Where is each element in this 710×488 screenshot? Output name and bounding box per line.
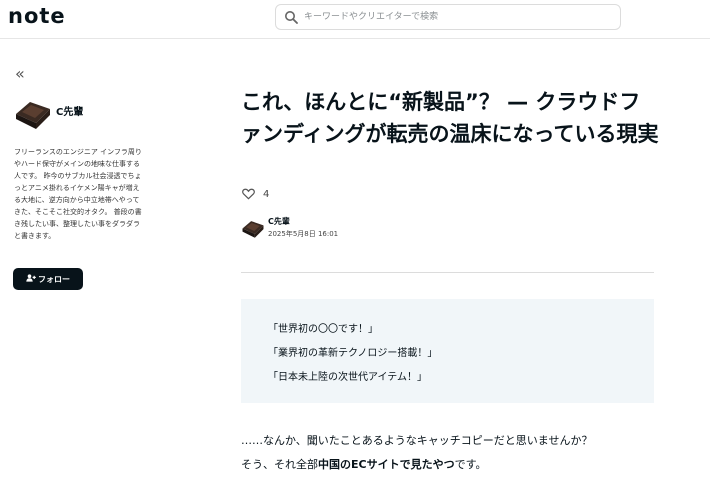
quote-block: 「世界初の〇〇です！」 「業界初の革新テクノロジー搭載！」 「日本未上陸の次世代… <box>241 299 654 403</box>
divider <box>241 272 654 273</box>
byline-avatar[interactable] <box>241 218 265 239</box>
author-avatar[interactable] <box>14 97 52 131</box>
quote-line: 「日本未上陸の次世代アイテム！」 <box>268 372 427 383</box>
note-logo[interactable]: note <box>8 4 66 28</box>
publish-date: 2025年5月8日 16:01 <box>268 230 339 238</box>
sidebar-author-name[interactable]: C先輩 <box>56 103 83 118</box>
article-paragraph: ……なんか、聞いたことあるようなキャッチコピーだと思いませんか？ <box>241 434 593 447</box>
search-box[interactable] <box>275 4 621 30</box>
byline-author-name[interactable]: C先輩 <box>268 216 290 227</box>
like-area[interactable]: 4 <box>242 188 269 200</box>
paragraph-text: です。 <box>454 458 487 471</box>
search-icon <box>285 11 298 24</box>
heart-icon[interactable] <box>242 188 255 200</box>
add-user-icon <box>26 274 36 284</box>
paragraph-text: そう、それ全部 <box>241 458 318 471</box>
like-count: 4 <box>263 188 270 200</box>
quote-line: 「業界初の革新テクノロジー搭載！」 <box>268 348 438 359</box>
search-input[interactable] <box>302 5 602 29</box>
quote-line: 「世界初の〇〇です！」 <box>268 324 378 335</box>
follow-label: フォロー <box>38 274 70 284</box>
follow-button[interactable]: フォロー <box>13 268 83 290</box>
site-header: note <box>0 0 710 39</box>
article-paragraph: そう、それ全部中国のECサイトで見たやつです。 <box>241 456 487 472</box>
article-title: これ、ほんとに“新製品”？ — クラウドファンディングが転売の温床になっている現… <box>241 90 659 146</box>
author-bio: フリーランスのエンジニア インフラ周りやハード保守がメインの地味な仕事する人です… <box>14 148 142 240</box>
paragraph-emphasis: 中国のECサイトで見たやつ <box>318 458 455 471</box>
collapse-sidebar-icon[interactable]: « <box>15 66 25 82</box>
